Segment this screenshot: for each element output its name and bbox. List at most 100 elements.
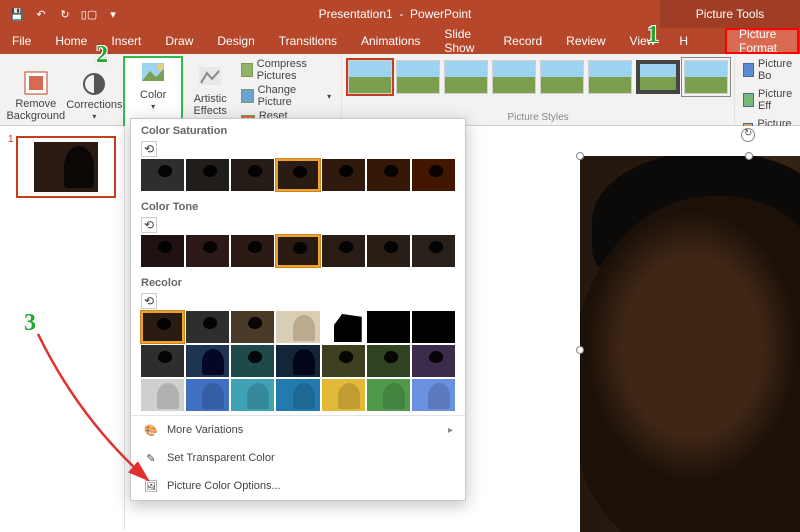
recolor-black2[interactable] bbox=[412, 311, 455, 343]
recolor-darkgreen[interactable] bbox=[367, 345, 410, 377]
style-thumb-8[interactable] bbox=[684, 60, 728, 94]
context-tab-label: Picture Tools bbox=[660, 0, 800, 28]
color-gallery-dropdown: Color Saturation ⟲ Color Tone ⟲ bbox=[130, 118, 466, 501]
annotation-2: 2 bbox=[96, 42, 108, 69]
style-thumb-3[interactable] bbox=[444, 60, 488, 94]
change-picture-button[interactable]: Change Picture▾ bbox=[241, 84, 331, 108]
tab-view[interactable]: View bbox=[618, 28, 668, 54]
tone-swatch-5[interactable] bbox=[367, 235, 410, 267]
sat-swatch-2[interactable] bbox=[231, 159, 274, 191]
style-thumb-6[interactable] bbox=[588, 60, 632, 94]
set-transparent-color-item[interactable]: ✎ Set Transparent Color bbox=[131, 444, 465, 472]
eyedropper-icon: ✎ bbox=[143, 450, 159, 466]
sat-swatch-6[interactable] bbox=[412, 159, 455, 191]
recolor-purple[interactable] bbox=[412, 345, 455, 377]
remove-background-button[interactable]: Remove Background bbox=[6, 56, 66, 136]
picture-border-button[interactable]: Picture Bo bbox=[739, 56, 799, 84]
reset-saturation-icon[interactable]: ⟲ bbox=[141, 141, 157, 157]
color-button[interactable]: Color ▾ bbox=[126, 59, 180, 114]
resize-handle-ml[interactable] bbox=[576, 346, 584, 354]
recolor-lightblue[interactable] bbox=[276, 379, 319, 411]
corrections-button[interactable]: Corrections ▾ bbox=[66, 56, 124, 136]
recolor-gray[interactable] bbox=[186, 311, 229, 343]
qat-more-icon[interactable]: ▾ bbox=[104, 5, 122, 23]
recolor-aqua[interactable] bbox=[412, 379, 455, 411]
styles-group-label: Picture Styles bbox=[508, 112, 569, 123]
resize-handle-tm[interactable] bbox=[745, 152, 753, 160]
compress-pictures-button[interactable]: Compress Pictures bbox=[241, 58, 331, 82]
style-thumb-1[interactable] bbox=[348, 60, 392, 94]
more-variations-item[interactable]: 🎨 More Variations ▸ bbox=[131, 416, 465, 444]
recolor-row-3 bbox=[141, 379, 455, 411]
recolor-row-1 bbox=[141, 311, 455, 343]
recolor-olive[interactable] bbox=[322, 345, 365, 377]
color-icon bbox=[140, 61, 166, 87]
tone-swatch-0[interactable] bbox=[141, 235, 184, 267]
recolor-bw[interactable] bbox=[322, 311, 365, 343]
compress-icon bbox=[241, 63, 253, 77]
style-thumb-7[interactable] bbox=[636, 60, 680, 94]
sat-swatch-3-selected[interactable] bbox=[276, 159, 319, 191]
tab-home[interactable]: Home bbox=[43, 28, 99, 54]
thumbnail-image bbox=[34, 142, 98, 192]
redo-icon[interactable]: ↻ bbox=[56, 5, 74, 23]
recolor-black[interactable] bbox=[367, 311, 410, 343]
tab-picture-format[interactable]: Picture Format bbox=[725, 28, 799, 54]
undo-icon[interactable]: ↶ bbox=[32, 5, 50, 23]
start-show-icon[interactable]: ▯▢ bbox=[80, 5, 98, 23]
tone-swatch-4[interactable] bbox=[322, 235, 365, 267]
save-icon[interactable]: 💾 bbox=[8, 5, 26, 23]
tab-design[interactable]: Design bbox=[205, 28, 266, 54]
recolor-washout[interactable] bbox=[276, 311, 319, 343]
reset-tone-icon[interactable]: ⟲ bbox=[141, 217, 157, 233]
resize-handle-tl[interactable] bbox=[576, 152, 584, 160]
picture-format-stack: Picture Bo Picture Eff Picture Lay bbox=[734, 54, 800, 125]
recolor-teal[interactable] bbox=[231, 379, 274, 411]
style-thumb-5[interactable] bbox=[540, 60, 584, 94]
recolor-green[interactable] bbox=[367, 379, 410, 411]
recolor-darkblue[interactable] bbox=[186, 345, 229, 377]
picture-effects-button[interactable]: Picture Eff bbox=[739, 86, 799, 114]
change-picture-icon bbox=[241, 89, 253, 103]
recolor-lightgray[interactable] bbox=[141, 379, 184, 411]
recolor-row-2 bbox=[141, 345, 455, 377]
window-title: Presentation1 - PowerPoint bbox=[130, 7, 660, 21]
recolor-blue[interactable] bbox=[186, 379, 229, 411]
slide-thumbnail-1[interactable] bbox=[16, 136, 116, 198]
tab-transitions[interactable]: Transitions bbox=[267, 28, 349, 54]
recolor-sepia[interactable] bbox=[231, 311, 274, 343]
tab-record[interactable]: Record bbox=[491, 28, 554, 54]
tab-animations[interactable]: Animations bbox=[349, 28, 432, 54]
sat-swatch-0[interactable] bbox=[141, 159, 184, 191]
style-thumb-4[interactable] bbox=[492, 60, 536, 94]
tab-file[interactable]: File bbox=[0, 28, 43, 54]
picture-color-options-item[interactable]: 🖼 Picture Color Options... bbox=[131, 472, 465, 500]
doc-name: Presentation1 bbox=[319, 7, 393, 21]
recolor-darkgray[interactable] bbox=[141, 345, 184, 377]
tab-help[interactable]: H bbox=[667, 28, 700, 54]
sat-swatch-1[interactable] bbox=[186, 159, 229, 191]
tone-swatch-6[interactable] bbox=[412, 235, 455, 267]
tone-swatch-2[interactable] bbox=[231, 235, 274, 267]
reset-recolor-icon[interactable]: ⟲ bbox=[141, 293, 157, 309]
saturation-row bbox=[141, 159, 455, 191]
selected-picture[interactable] bbox=[580, 156, 800, 532]
recolor-darknavy[interactable] bbox=[276, 345, 319, 377]
styles-gallery[interactable] bbox=[348, 56, 728, 94]
recolor-darkteal[interactable] bbox=[231, 345, 274, 377]
style-thumb-2[interactable] bbox=[396, 60, 440, 94]
recolor-none-selected[interactable] bbox=[141, 311, 184, 343]
sat-swatch-4[interactable] bbox=[322, 159, 365, 191]
tab-draw[interactable]: Draw bbox=[153, 28, 205, 54]
tab-slideshow[interactable]: Slide Show bbox=[432, 28, 491, 54]
slide-thumbnail-pane[interactable]: 1 bbox=[0, 126, 125, 530]
sat-swatch-5[interactable] bbox=[367, 159, 410, 191]
tone-swatch-3-selected[interactable] bbox=[276, 235, 319, 267]
tab-review[interactable]: Review bbox=[554, 28, 617, 54]
tone-swatch-1[interactable] bbox=[186, 235, 229, 267]
rotate-handle[interactable] bbox=[741, 128, 755, 142]
ribbon-tabs: File Home Insert Draw Design Transitions… bbox=[0, 28, 800, 54]
group-picture-styles: Picture Styles bbox=[342, 54, 734, 125]
recolor-yellow[interactable] bbox=[322, 379, 365, 411]
tab-spacer bbox=[700, 28, 724, 54]
